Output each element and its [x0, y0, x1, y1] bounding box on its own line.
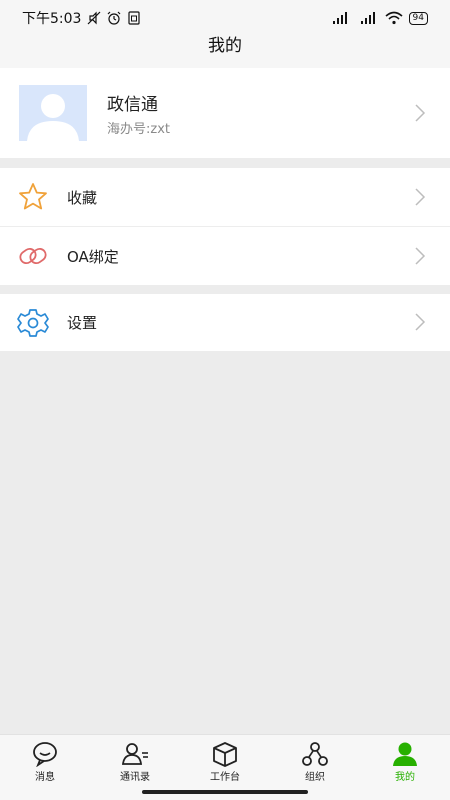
chevron-right-icon — [415, 104, 426, 122]
profile-card[interactable]: 政信通 海办号:zxt — [0, 68, 450, 158]
oa-bind-label: OA绑定 — [67, 248, 119, 266]
status-time: 下午5:03 — [22, 11, 82, 27]
tab-label: 组织 — [305, 772, 325, 783]
page-title: 我的 — [0, 36, 450, 68]
alarm-icon — [108, 11, 121, 25]
chat-bubble-icon — [33, 742, 57, 767]
status-bar: 下午5:03 94 — [0, 0, 450, 36]
signal-icon — [332, 12, 347, 24]
tab-label: 消息 — [35, 772, 55, 783]
menu-item-settings[interactable]: 设置 — [0, 294, 450, 351]
favorites-label: 收藏 — [67, 189, 98, 207]
menu-item-oa-bind[interactable]: OA绑定 — [0, 227, 450, 285]
settings-label: 设置 — [67, 314, 98, 332]
workbench-box-icon — [213, 742, 237, 767]
status-left: 下午5:03 — [22, 8, 141, 28]
chevron-right-icon — [415, 247, 426, 265]
menu-item-favorites[interactable]: 收藏 — [0, 168, 450, 226]
star-icon — [19, 183, 47, 210]
gear-icon — [17, 309, 49, 337]
link-icon — [19, 247, 47, 265]
mute-icon — [88, 11, 101, 25]
chevron-right-icon — [415, 188, 426, 206]
tab-label: 我的 — [395, 772, 415, 783]
contacts-icon — [121, 743, 148, 765]
tab-label: 通讯录 — [120, 772, 150, 783]
avatar — [19, 85, 87, 141]
screen: 下午5:03 94 我的 政信通 海办号:zxt 收藏 OA绑定 设置 消息 通… — [0, 0, 450, 800]
signal-2-icon — [360, 12, 375, 24]
profile-name: 政信通 — [107, 95, 158, 115]
chevron-right-icon — [415, 313, 426, 331]
wifi-icon — [385, 11, 403, 25]
organization-icon — [302, 742, 328, 766]
tab-label: 工作台 — [210, 772, 240, 783]
person-icon — [393, 742, 417, 766]
profile-account: 海办号:zxt — [107, 122, 170, 137]
battery-indicator: 94 — [408, 11, 428, 25]
tab-me[interactable]: 我的 — [360, 735, 450, 800]
tab-messages[interactable]: 消息 — [0, 735, 90, 800]
default-avatar-icon — [27, 94, 79, 141]
status-right: 94 — [329, 11, 428, 25]
sim-card-icon — [128, 11, 141, 25]
home-indicator[interactable] — [142, 790, 308, 794]
